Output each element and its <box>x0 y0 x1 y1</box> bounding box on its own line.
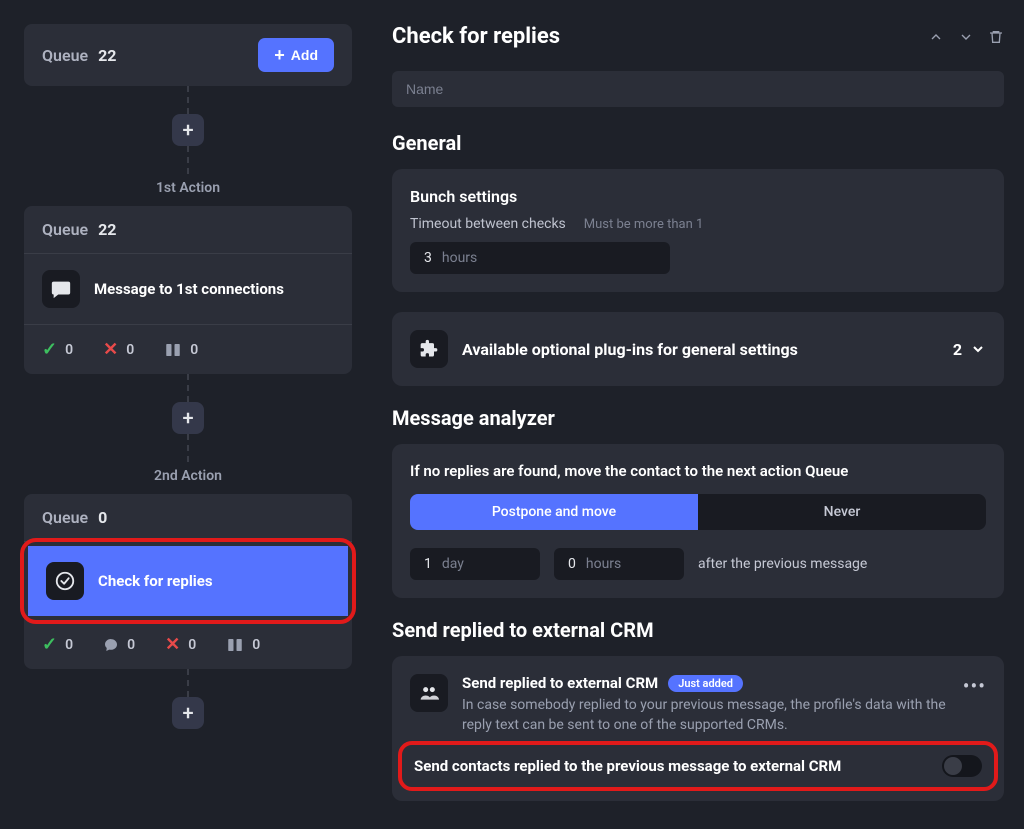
speech-icon <box>103 637 119 653</box>
bunch-settings-title: Bunch settings <box>410 187 986 206</box>
stats-row: ✓0 ✕0 0 <box>24 325 352 374</box>
more-options-icon[interactable]: ••• <box>963 674 986 698</box>
plugins-title: Available optional plug-ins for general … <box>462 340 798 359</box>
move-down-icon[interactable] <box>958 29 974 45</box>
panel-header: Check for replies <box>392 24 1004 49</box>
crm-icon <box>410 674 448 712</box>
timeout-hint: Must be more than 1 <box>584 217 704 232</box>
add-node-button[interactable]: + <box>172 402 204 434</box>
stat-other: 0 <box>226 636 260 654</box>
segment-never[interactable]: Never <box>698 494 986 530</box>
add-button-label: Add <box>291 47 318 63</box>
queue-header: Queue 22 <box>24 206 352 254</box>
connector-line <box>187 146 189 174</box>
section-heading-crm: Send replied to external CRM <box>392 618 1004 642</box>
after-text: after the previous message <box>698 556 867 572</box>
delay-days-value: 1 <box>424 556 432 572</box>
crm-toggle-label: Send contacts replied to the previous me… <box>414 757 841 775</box>
toggle-knob <box>944 757 962 775</box>
timeout-value: 3 <box>424 250 432 266</box>
segment-postpone[interactable]: Postpone and move <box>410 494 698 530</box>
crm-description: In case somebody replied to your previou… <box>462 696 949 735</box>
top-queue-card: Queue 22 + Add <box>24 24 352 86</box>
action-card-2[interactable]: Queue 0 Check for replies ✓0 0 ✕0 <box>24 494 352 669</box>
timeout-input[interactable]: 3 hours <box>410 242 670 274</box>
timeout-row: Timeout between checks Must be more than… <box>410 216 986 232</box>
list-icon <box>226 636 244 654</box>
stat-fail: ✕0 <box>103 339 134 360</box>
stat-reply: 0 <box>103 637 135 653</box>
action-title-row-active[interactable]: Check for replies <box>28 546 348 616</box>
x-icon: ✕ <box>165 634 180 655</box>
timeout-label: Timeout between checks <box>410 216 566 232</box>
add-node-button[interactable]: + <box>172 114 204 146</box>
settings-panel: Check for replies General Bunch settings… <box>376 0 1024 829</box>
action-title: Message to 1st connections <box>94 280 284 298</box>
just-added-badge: Just added <box>668 675 743 692</box>
plugins-card[interactable]: Available optional plug-ins for general … <box>392 312 1004 386</box>
x-icon: ✕ <box>103 339 118 360</box>
chevron-down-icon <box>970 341 986 357</box>
queue-label: Queue <box>42 46 88 65</box>
reply-check-icon <box>46 562 84 600</box>
panel-header-actions <box>928 29 1004 45</box>
highlight-indicator: Send contacts replied to the previous me… <box>398 741 998 791</box>
analyzer-segment: Postpone and move Never <box>410 494 986 530</box>
stat-other: 0 <box>164 341 198 359</box>
check-icon: ✓ <box>42 339 57 360</box>
delay-hours-value: 0 <box>568 556 576 572</box>
highlight-indicator: Check for replies <box>20 538 356 624</box>
section-heading-general: General <box>392 131 1004 155</box>
delete-icon[interactable] <box>988 29 1004 45</box>
analyzer-rule-text: If no replies are found, move the contac… <box>410 462 986 480</box>
delay-days-input[interactable]: 1 day <box>410 548 540 580</box>
crm-toggle-row: Send contacts replied to the previous me… <box>414 755 982 777</box>
stat-success: ✓0 <box>42 339 73 360</box>
stats-row: ✓0 0 ✕0 0 <box>24 620 352 669</box>
queue-count: 22 <box>98 46 116 65</box>
queue-header: Queue 22 + Add <box>24 24 352 86</box>
plus-icon: + <box>274 46 285 64</box>
stat-success: ✓0 <box>42 634 73 655</box>
stat-fail: ✕0 <box>165 634 196 655</box>
move-up-icon[interactable] <box>928 29 944 45</box>
add-node-button[interactable]: + <box>172 697 204 729</box>
action-ordinal-label: 2nd Action <box>154 468 222 484</box>
delay-hours-input[interactable]: 0 hours <box>554 548 684 580</box>
add-button[interactable]: + Add <box>258 38 334 72</box>
timeout-unit: hours <box>442 250 477 266</box>
crm-block-header: Send replied to external CRM Just added … <box>410 674 986 735</box>
crm-toggle[interactable] <box>942 755 982 777</box>
delay-row: 1 day 0 hours after the previous message <box>410 548 986 580</box>
action-title-row[interactable]: Message to 1st connections <box>24 254 352 325</box>
action-card-1[interactable]: Queue 22 Message to 1st connections ✓0 ✕… <box>24 206 352 374</box>
bunch-settings-card: Bunch settings Timeout between checks Mu… <box>392 169 1004 292</box>
connector-line <box>187 669 189 697</box>
action-title: Check for replies <box>98 572 213 590</box>
analyzer-card: If no replies are found, move the contac… <box>392 444 1004 598</box>
delay-hours-unit: hours <box>586 556 621 572</box>
connector-line <box>187 86 189 114</box>
plugins-expand-row[interactable]: Available optional plug-ins for general … <box>410 330 986 368</box>
queue-label: Queue <box>42 220 88 239</box>
puzzle-icon <box>410 330 448 368</box>
queue-header: Queue 0 <box>24 494 352 542</box>
delay-days-unit: day <box>442 556 464 572</box>
check-icon: ✓ <box>42 634 57 655</box>
plugins-count: 2 <box>953 340 962 359</box>
connector-line <box>187 374 189 402</box>
workflow-sidebar: Queue 22 + Add + 1st Action Queue 22 Mes… <box>0 0 376 829</box>
queue-label: Queue <box>42 508 88 527</box>
list-icon <box>164 341 182 359</box>
queue-count: 0 <box>98 508 107 527</box>
section-heading-analyzer: Message analyzer <box>392 406 1004 430</box>
crm-card: Send replied to external CRM Just added … <box>392 656 1004 801</box>
message-icon <box>42 270 80 308</box>
crm-block-title: Send replied to external CRM <box>462 674 658 692</box>
connector-line <box>187 434 189 462</box>
panel-title: Check for replies <box>392 24 560 49</box>
queue-count: 22 <box>98 220 116 239</box>
action-ordinal-label: 1st Action <box>156 180 220 196</box>
name-input[interactable] <box>392 71 1004 107</box>
